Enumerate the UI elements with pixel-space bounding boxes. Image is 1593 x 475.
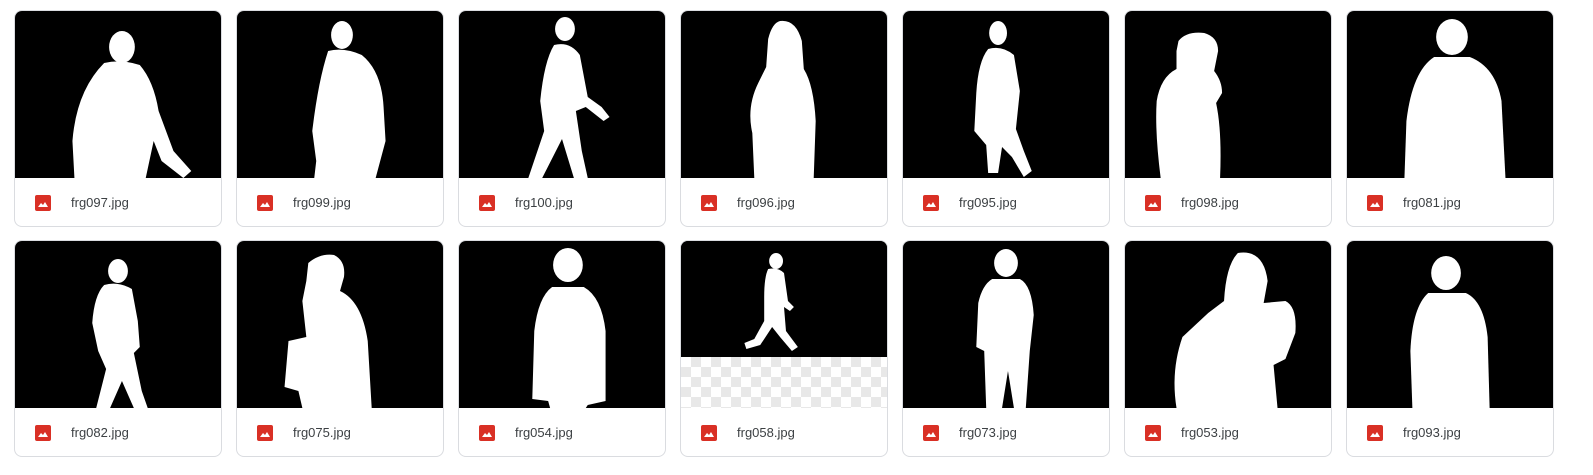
image-file-icon	[1145, 194, 1161, 211]
file-card[interactable]: frg097.jpg	[14, 10, 222, 227]
file-thumbnail	[903, 11, 1109, 178]
file-card[interactable]: frg058.jpg	[680, 240, 888, 457]
file-name: frg082.jpg	[71, 425, 129, 440]
image-file-icon	[35, 194, 51, 211]
file-name: frg095.jpg	[959, 195, 1017, 210]
image-file-icon	[35, 424, 51, 441]
file-card[interactable]: frg098.jpg	[1124, 10, 1332, 227]
file-name: frg100.jpg	[515, 195, 573, 210]
file-thumbnail	[1347, 11, 1553, 178]
file-name: frg075.jpg	[293, 425, 351, 440]
file-thumbnail	[459, 11, 665, 178]
image-file-icon	[1367, 424, 1383, 441]
file-thumbnail	[903, 241, 1109, 408]
file-card[interactable]: frg099.jpg	[236, 10, 444, 227]
file-grid: frg097.jpg frg099.jpg frg100.jpg frg096.…	[14, 10, 1554, 457]
file-card[interactable]: frg054.jpg	[458, 240, 666, 457]
image-file-icon	[257, 194, 273, 211]
image-file-icon	[1145, 424, 1161, 441]
image-file-icon	[1367, 194, 1383, 211]
image-file-icon	[479, 194, 495, 211]
file-thumbnail	[459, 241, 665, 408]
file-thumbnail	[15, 11, 221, 178]
image-file-icon	[701, 424, 717, 441]
image-file-icon	[257, 424, 273, 441]
file-name: frg097.jpg	[71, 195, 129, 210]
file-card[interactable]: frg082.jpg	[14, 240, 222, 457]
file-name: frg058.jpg	[737, 425, 795, 440]
file-name: frg099.jpg	[293, 195, 351, 210]
file-thumbnail	[681, 11, 887, 178]
image-file-icon	[479, 424, 495, 441]
file-name: frg081.jpg	[1403, 195, 1461, 210]
file-name: frg093.jpg	[1403, 425, 1461, 440]
file-thumbnail	[681, 241, 887, 408]
file-thumbnail	[1125, 11, 1331, 178]
file-card[interactable]: frg093.jpg	[1346, 240, 1554, 457]
file-name: frg054.jpg	[515, 425, 573, 440]
file-card[interactable]: frg081.jpg	[1346, 10, 1554, 227]
file-card[interactable]: frg073.jpg	[902, 240, 1110, 457]
file-card[interactable]: frg096.jpg	[680, 10, 888, 227]
file-thumbnail	[1347, 241, 1553, 408]
file-thumbnail	[237, 241, 443, 408]
file-card[interactable]: frg100.jpg	[458, 10, 666, 227]
image-file-icon	[701, 194, 717, 211]
file-thumbnail	[237, 11, 443, 178]
file-name: frg098.jpg	[1181, 195, 1239, 210]
image-file-icon	[923, 424, 939, 441]
file-thumbnail	[1125, 241, 1331, 408]
file-name: frg096.jpg	[737, 195, 795, 210]
file-card[interactable]: frg095.jpg	[902, 10, 1110, 227]
file-card[interactable]: frg075.jpg	[236, 240, 444, 457]
file-thumbnail	[15, 241, 221, 408]
file-name: frg073.jpg	[959, 425, 1017, 440]
file-card[interactable]: frg053.jpg	[1124, 240, 1332, 457]
image-file-icon	[923, 194, 939, 211]
file-name: frg053.jpg	[1181, 425, 1239, 440]
